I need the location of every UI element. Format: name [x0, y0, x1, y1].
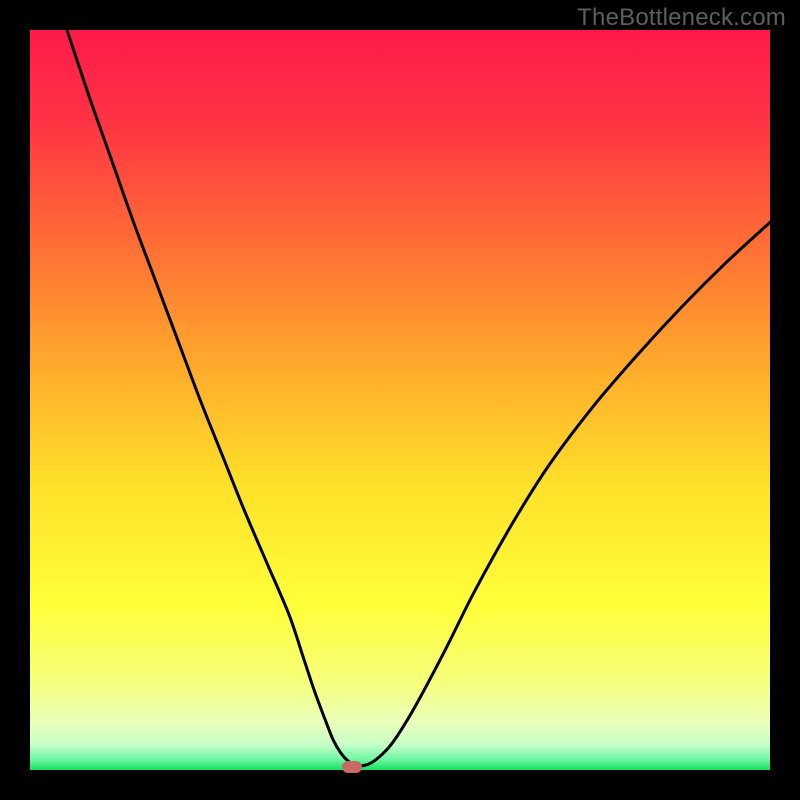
chart-frame: TheBottleneck.com	[0, 0, 800, 800]
optimal-point-marker	[342, 761, 362, 773]
bottleneck-curve	[30, 30, 770, 770]
plot-area	[30, 30, 770, 770]
watermark-text: TheBottleneck.com	[577, 4, 786, 32]
